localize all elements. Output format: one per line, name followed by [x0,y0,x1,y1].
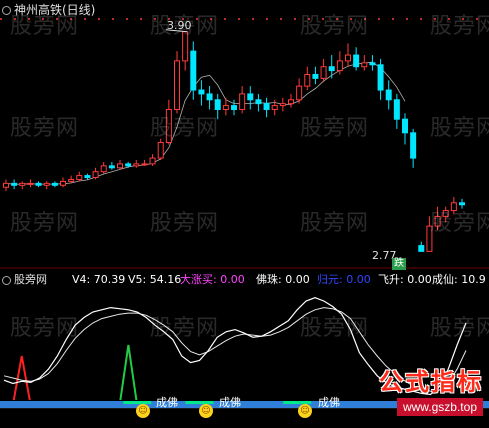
indicator-name: 股旁网 [14,273,47,286]
candle-down [402,118,408,134]
candle-down [393,99,400,120]
watermark: 股旁网 [430,116,489,141]
candle-up [141,163,148,166]
watermark: 股旁网 [150,316,220,341]
candle-up [157,142,164,159]
candle-up [271,105,278,110]
candle-down [255,99,262,105]
candle-down [328,66,335,72]
watermark: 股旁网 [150,116,220,141]
watermark: 股旁网 [150,211,220,236]
brand-title: 公式指标 [379,367,483,396]
watermark: 股旁网 [430,14,489,39]
watermark: 股旁网 [10,211,80,236]
candle-up [288,99,294,105]
green-peak [119,344,138,401]
candle-up [117,163,123,169]
smiley-icon: ☺ [136,404,150,418]
smiley-icon: ☺ [298,404,312,418]
candle-down [190,50,197,91]
stock-title: 神州高铁(日线) [14,3,96,17]
candle-down [198,89,205,95]
watermark: 股旁网 [300,14,370,39]
candle-down [214,99,221,110]
candle-down [353,54,360,68]
candle-down [206,93,213,101]
candle-down [369,62,376,66]
candle-up [100,165,107,173]
guiyuan-readout: 归元: 0.00 [317,273,371,286]
candle-down [263,103,270,110]
signal-label: 成佛 [156,396,178,409]
candle-up [92,171,99,179]
candle-down [418,245,425,252]
brand-logo: 公式指标 www.gszb.top [345,368,483,418]
candle-up [222,105,229,110]
candle-down [247,93,254,101]
watermark: 股旁网 [300,116,370,141]
candle-down [11,182,18,186]
candle-down [312,73,319,79]
candle-down [35,182,42,186]
watermark: 股旁网 [430,211,489,236]
panel-toggle-icon[interactable] [2,6,11,15]
candle-up [320,66,327,79]
candle-up [43,182,50,186]
candle-up [19,182,26,186]
drop-tag: 跌 [392,258,406,270]
signal-tick [185,401,214,404]
candle-up [361,62,368,68]
candle-up [345,54,351,62]
candle-down [108,165,115,169]
candle-up [76,175,83,180]
candle-up [336,60,343,72]
chengxian-readout: 成仙: 10.9 [432,273,486,286]
candle-up [304,73,311,87]
signal-label: 成佛 [219,396,241,409]
watermark: 股旁网 [300,211,370,236]
fozhu-readout: 佛珠: 0.00 [256,273,310,286]
candle-up [279,103,286,107]
candle-up [27,182,34,185]
candle-down [385,89,392,101]
high-price-label: 3.90 [167,19,192,32]
candle-down [51,182,58,186]
candle-down [125,163,132,167]
candle-down [377,64,384,91]
red-peak [12,355,31,401]
v5-readout: V5: 54.16 [128,273,182,286]
candle-up [3,182,9,188]
candle-up [296,85,303,101]
v4-readout: V4: 70.39 [72,273,126,286]
candle-down [231,105,237,110]
signal-tick [123,401,152,404]
watermark: 股旁网 [430,316,489,341]
candle-up [68,178,75,182]
candle-down [84,175,91,179]
candle-up [239,93,246,110]
indicator-toggle-icon[interactable] [2,276,11,285]
brand-url: www.gszb.top [396,398,483,416]
smiley-icon: ☺ [199,404,213,418]
feisheng-readout: 飞升: 0.00 [378,273,432,286]
dazhang-readout: 大涨买: 0.00 [180,273,245,286]
candle-down [410,132,417,159]
candle-up [149,157,156,165]
candle-up [133,163,140,167]
chart-stage: 股旁网 股旁网 股旁网 股旁网 股旁网 股旁网 股旁网 股旁网 股旁网 股旁网 … [0,0,489,424]
watermark: 股旁网 [300,316,370,341]
watermark: 股旁网 [10,116,80,141]
signal-label: 成佛 [318,396,340,409]
candle-up [174,60,180,110]
candle-up [60,180,66,186]
watermark: 股旁网 [10,316,80,341]
